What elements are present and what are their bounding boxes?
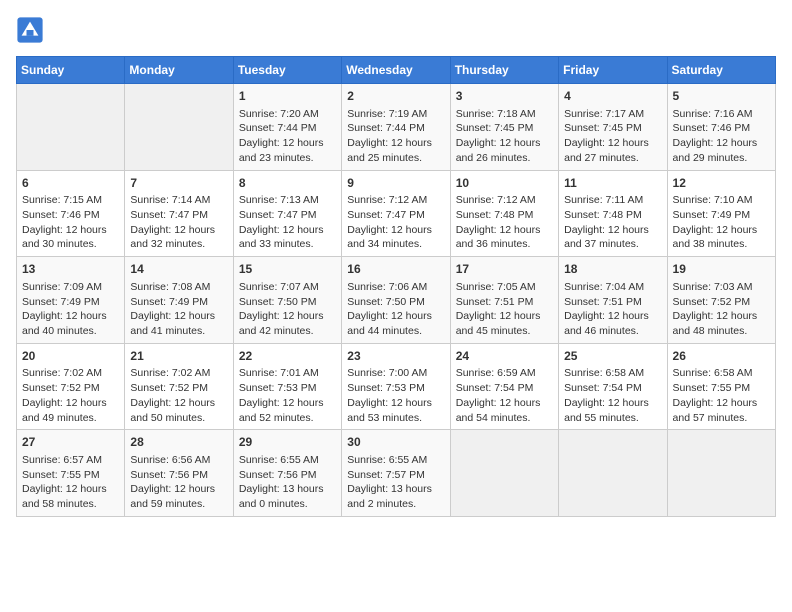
day-number: 9: [347, 175, 444, 192]
day-number: 25: [564, 348, 661, 365]
day-number: 7: [130, 175, 227, 192]
day-number: 5: [673, 88, 770, 105]
day-number: 3: [456, 88, 553, 105]
day-number: 24: [456, 348, 553, 365]
day-header-wednesday: Wednesday: [342, 57, 450, 84]
calendar-cell: 14Sunrise: 7:08 AMSunset: 7:49 PMDayligh…: [125, 257, 233, 344]
calendar-cell: 4Sunrise: 7:17 AMSunset: 7:45 PMDaylight…: [559, 84, 667, 171]
calendar-week-5: 27Sunrise: 6:57 AMSunset: 7:55 PMDayligh…: [17, 430, 776, 517]
day-number: 29: [239, 434, 336, 451]
day-number: 15: [239, 261, 336, 278]
day-number: 22: [239, 348, 336, 365]
calendar-cell: 17Sunrise: 7:05 AMSunset: 7:51 PMDayligh…: [450, 257, 558, 344]
calendar-cell: 6Sunrise: 7:15 AMSunset: 7:46 PMDaylight…: [17, 170, 125, 257]
calendar-cell: 27Sunrise: 6:57 AMSunset: 7:55 PMDayligh…: [17, 430, 125, 517]
calendar-cell: 15Sunrise: 7:07 AMSunset: 7:50 PMDayligh…: [233, 257, 341, 344]
day-number: 1: [239, 88, 336, 105]
calendar-cell: 21Sunrise: 7:02 AMSunset: 7:52 PMDayligh…: [125, 343, 233, 430]
calendar-body: 1Sunrise: 7:20 AMSunset: 7:44 PMDaylight…: [17, 84, 776, 517]
calendar-cell: 2Sunrise: 7:19 AMSunset: 7:44 PMDaylight…: [342, 84, 450, 171]
calendar-cell: 28Sunrise: 6:56 AMSunset: 7:56 PMDayligh…: [125, 430, 233, 517]
calendar-week-1: 1Sunrise: 7:20 AMSunset: 7:44 PMDaylight…: [17, 84, 776, 171]
day-number: 8: [239, 175, 336, 192]
calendar-cell: 24Sunrise: 6:59 AMSunset: 7:54 PMDayligh…: [450, 343, 558, 430]
day-number: 27: [22, 434, 119, 451]
day-header-saturday: Saturday: [667, 57, 775, 84]
day-number: 13: [22, 261, 119, 278]
day-header-tuesday: Tuesday: [233, 57, 341, 84]
day-number: 30: [347, 434, 444, 451]
calendar-cell: 3Sunrise: 7:18 AMSunset: 7:45 PMDaylight…: [450, 84, 558, 171]
calendar-cell: 8Sunrise: 7:13 AMSunset: 7:47 PMDaylight…: [233, 170, 341, 257]
day-number: 28: [130, 434, 227, 451]
logo-icon: [16, 16, 44, 44]
calendar-cell: [17, 84, 125, 171]
calendar-cell: 26Sunrise: 6:58 AMSunset: 7:55 PMDayligh…: [667, 343, 775, 430]
calendar-week-3: 13Sunrise: 7:09 AMSunset: 7:49 PMDayligh…: [17, 257, 776, 344]
calendar-cell: 22Sunrise: 7:01 AMSunset: 7:53 PMDayligh…: [233, 343, 341, 430]
calendar-cell: 1Sunrise: 7:20 AMSunset: 7:44 PMDaylight…: [233, 84, 341, 171]
calendar-cell: 25Sunrise: 6:58 AMSunset: 7:54 PMDayligh…: [559, 343, 667, 430]
calendar-cell: 5Sunrise: 7:16 AMSunset: 7:46 PMDaylight…: [667, 84, 775, 171]
calendar-cell: 19Sunrise: 7:03 AMSunset: 7:52 PMDayligh…: [667, 257, 775, 344]
calendar-cell: [450, 430, 558, 517]
day-number: 4: [564, 88, 661, 105]
day-number: 21: [130, 348, 227, 365]
day-header-friday: Friday: [559, 57, 667, 84]
calendar-cell: 18Sunrise: 7:04 AMSunset: 7:51 PMDayligh…: [559, 257, 667, 344]
calendar-cell: 11Sunrise: 7:11 AMSunset: 7:48 PMDayligh…: [559, 170, 667, 257]
calendar-week-2: 6Sunrise: 7:15 AMSunset: 7:46 PMDaylight…: [17, 170, 776, 257]
calendar-cell: [125, 84, 233, 171]
day-number: 18: [564, 261, 661, 278]
day-number: 16: [347, 261, 444, 278]
day-number: 26: [673, 348, 770, 365]
day-number: 20: [22, 348, 119, 365]
logo: [16, 16, 48, 44]
day-number: 11: [564, 175, 661, 192]
page-header: [16, 16, 776, 44]
calendar-cell: [559, 430, 667, 517]
calendar-cell: 16Sunrise: 7:06 AMSunset: 7:50 PMDayligh…: [342, 257, 450, 344]
calendar-cell: [667, 430, 775, 517]
calendar-cell: 20Sunrise: 7:02 AMSunset: 7:52 PMDayligh…: [17, 343, 125, 430]
calendar-table: SundayMondayTuesdayWednesdayThursdayFrid…: [16, 56, 776, 517]
calendar-cell: 23Sunrise: 7:00 AMSunset: 7:53 PMDayligh…: [342, 343, 450, 430]
day-header-thursday: Thursday: [450, 57, 558, 84]
calendar-cell: 29Sunrise: 6:55 AMSunset: 7:56 PMDayligh…: [233, 430, 341, 517]
calendar-week-4: 20Sunrise: 7:02 AMSunset: 7:52 PMDayligh…: [17, 343, 776, 430]
day-number: 10: [456, 175, 553, 192]
day-number: 23: [347, 348, 444, 365]
calendar-header-row: SundayMondayTuesdayWednesdayThursdayFrid…: [17, 57, 776, 84]
day-number: 2: [347, 88, 444, 105]
day-number: 6: [22, 175, 119, 192]
calendar-cell: 13Sunrise: 7:09 AMSunset: 7:49 PMDayligh…: [17, 257, 125, 344]
day-header-monday: Monday: [125, 57, 233, 84]
calendar-cell: 30Sunrise: 6:55 AMSunset: 7:57 PMDayligh…: [342, 430, 450, 517]
day-number: 12: [673, 175, 770, 192]
calendar-cell: 10Sunrise: 7:12 AMSunset: 7:48 PMDayligh…: [450, 170, 558, 257]
calendar-cell: 12Sunrise: 7:10 AMSunset: 7:49 PMDayligh…: [667, 170, 775, 257]
day-header-sunday: Sunday: [17, 57, 125, 84]
calendar-cell: 7Sunrise: 7:14 AMSunset: 7:47 PMDaylight…: [125, 170, 233, 257]
day-number: 19: [673, 261, 770, 278]
day-number: 17: [456, 261, 553, 278]
day-number: 14: [130, 261, 227, 278]
calendar-cell: 9Sunrise: 7:12 AMSunset: 7:47 PMDaylight…: [342, 170, 450, 257]
